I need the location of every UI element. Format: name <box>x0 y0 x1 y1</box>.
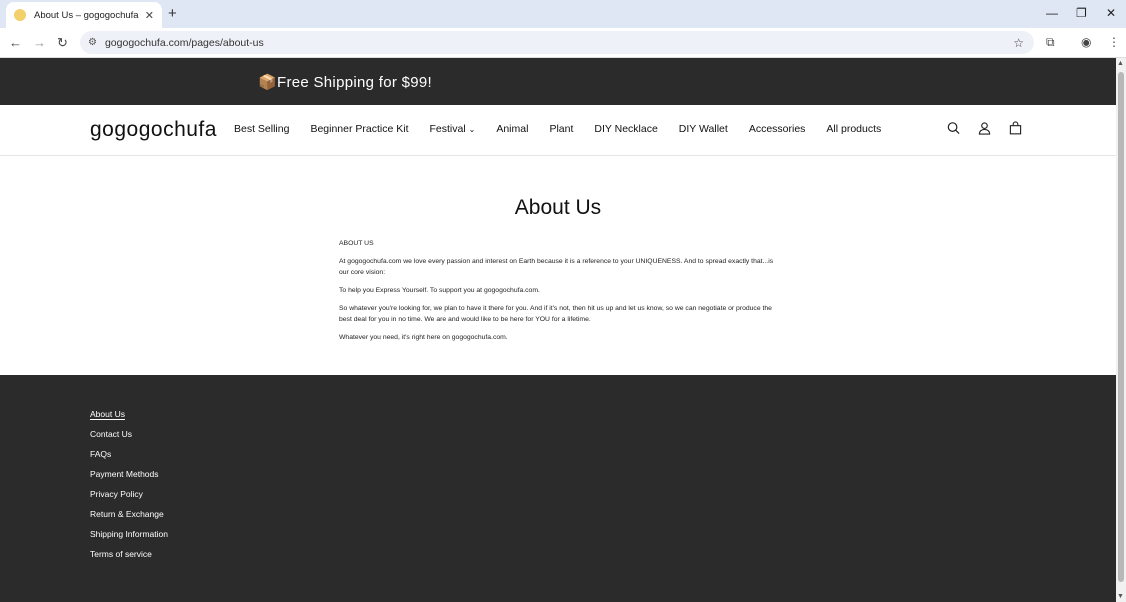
paragraph-support: To help you Express Yourself. To support… <box>339 287 540 294</box>
search-icon[interactable] <box>947 121 960 135</box>
extensions-icon[interactable]: ⧉ <box>1046 35 1055 50</box>
site-header: gogogochufa Best Selling Beginner Practi… <box>0 105 1116 156</box>
url-field[interactable]: ⚙ gogogochufa.com/pages/about-us ☆ <box>80 31 1034 54</box>
scrollbar-thumb[interactable] <box>1118 72 1124 582</box>
page-scrollbar[interactable]: ▲ ▼ <box>1116 58 1126 602</box>
paragraph-vision: At gogogochufa.com we love every passion… <box>339 258 774 276</box>
menu-item-accessories[interactable]: Accessories <box>749 123 806 135</box>
browser-tab[interactable]: About Us – gogogochufa ✕ <box>6 2 162 28</box>
paragraph-heading: ABOUT US <box>339 240 374 247</box>
site-footer: About Us Contact Us FAQs Payment Methods… <box>0 375 1116 602</box>
scroll-down-icon[interactable]: ▼ <box>1117 593 1124 600</box>
page-title: About Us <box>514 196 602 219</box>
announcement-bar: 📦Free Shipping for $99! <box>0 58 1116 105</box>
main-menu: Best Selling Beginner Practice Kit Festi… <box>234 123 881 135</box>
account-icon[interactable] <box>978 121 991 135</box>
footer-link-shipping-information[interactable]: Shipping Information <box>90 529 1116 539</box>
menu-item-all-products[interactable]: All products <box>826 123 881 135</box>
reload-icon[interactable]: ↻ <box>57 35 68 51</box>
back-icon[interactable]: ← <box>9 35 22 50</box>
restore-icon[interactable]: ❐ <box>1076 6 1087 20</box>
menu-item-festival-label: Festival <box>429 123 466 135</box>
address-bar-row: ← → ↻ ⚙ gogogochufa.com/pages/about-us ☆… <box>0 28 1126 58</box>
footer-link-about-us[interactable]: About Us <box>90 409 1116 419</box>
footer-link-contact-us[interactable]: Contact Us <box>90 429 1116 439</box>
minimize-icon[interactable]: — <box>1046 6 1058 20</box>
browser-menu-icon[interactable]: ⋮ <box>1108 35 1120 49</box>
url-text: gogogochufa.com/pages/about-us <box>104 36 264 49</box>
menu-item-festival[interactable]: Festival ⌄ <box>430 123 476 135</box>
bookmark-star-icon[interactable]: ☆ <box>1013 36 1024 50</box>
footer-link-faqs[interactable]: FAQs <box>90 449 1116 459</box>
site-favicon-icon <box>14 9 26 21</box>
menu-item-diy-wallet[interactable]: DIY Wallet <box>679 123 728 135</box>
site-logo[interactable]: gogogochufa <box>90 118 217 142</box>
about-body: ABOUT US At gogogochufa.com we love ever… <box>339 238 779 350</box>
menu-item-beginner-practice-kit[interactable]: Beginner Practice Kit <box>310 123 408 135</box>
new-tab-icon[interactable]: + <box>168 5 177 22</box>
browser-tab-bar: About Us – gogogochufa ✕ + — ❐ ✕ <box>0 0 1126 28</box>
cart-bag-icon[interactable] <box>1009 121 1022 135</box>
announcement-text: 📦Free Shipping for $99! <box>258 73 433 91</box>
scroll-up-icon[interactable]: ▲ <box>1117 60 1124 67</box>
about-content: About Us ABOUT US At gogogochufa.com we … <box>0 156 1116 375</box>
paragraph-offer: So whatever you're looking for, we plan … <box>339 305 772 323</box>
site-info-icon[interactable]: ⚙ <box>88 37 97 48</box>
menu-item-diy-necklace[interactable]: DIY Necklace <box>594 123 657 135</box>
page-viewport: 📦Free Shipping for $99! gogogochufa Best… <box>0 58 1116 602</box>
menu-item-animal[interactable]: Animal <box>496 123 528 135</box>
forward-icon[interactable]: → <box>33 35 46 50</box>
footer-link-terms-of-service[interactable]: Terms of service <box>90 549 1116 559</box>
profile-icon[interactable]: ◉ <box>1081 35 1091 49</box>
footer-link-privacy-policy[interactable]: Privacy Policy <box>90 489 1116 499</box>
tab-close-icon[interactable]: ✕ <box>145 9 154 22</box>
close-window-icon[interactable]: ✕ <box>1106 6 1116 20</box>
footer-link-payment-methods[interactable]: Payment Methods <box>90 469 1116 479</box>
chevron-down-icon: ⌄ <box>468 125 476 134</box>
header-icons <box>947 121 1022 135</box>
menu-item-plant[interactable]: Plant <box>549 123 573 135</box>
menu-item-best-selling[interactable]: Best Selling <box>234 123 289 135</box>
paragraph-closing: Whatever you need, it's right here on go… <box>339 334 508 341</box>
tab-title: About Us – gogogochufa <box>34 9 139 21</box>
footer-link-return-exchange[interactable]: Return & Exchange <box>90 509 1116 519</box>
